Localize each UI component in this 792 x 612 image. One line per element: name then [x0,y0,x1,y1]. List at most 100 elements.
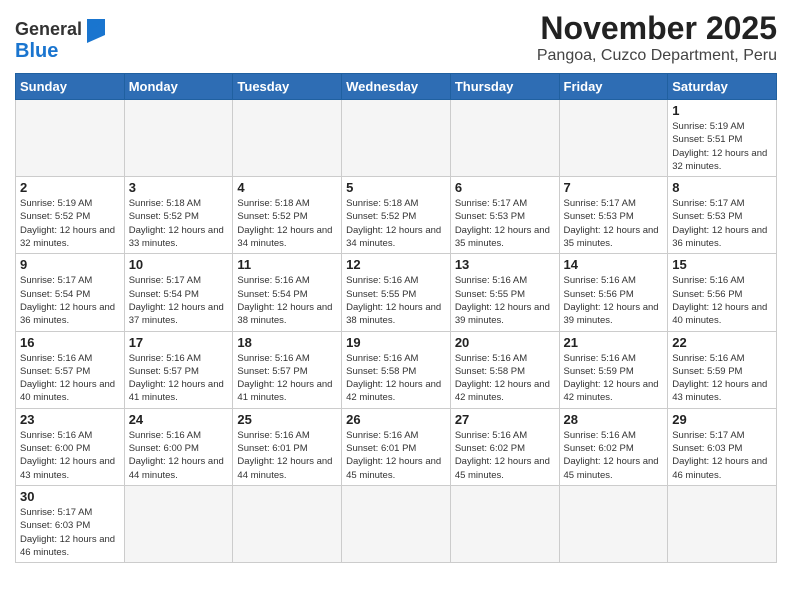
day-info: Sunrise: 5:16 AMSunset: 5:54 PMDaylight:… [237,274,337,327]
day-number: 26 [346,412,446,427]
table-row: 22 Sunrise: 5:16 AMSunset: 5:59 PMDayligh… [668,331,777,408]
header-thursday: Thursday [450,74,559,100]
day-info: Sunrise: 5:16 AMSunset: 6:01 PMDaylight:… [237,429,337,482]
header-sunday: Sunday [16,74,125,100]
day-info: Sunrise: 5:16 AMSunset: 5:58 PMDaylight:… [346,352,446,405]
day-number: 19 [346,335,446,350]
table-row [124,100,233,177]
table-row [450,100,559,177]
day-number: 16 [20,335,120,350]
table-row [450,485,559,562]
day-info: Sunrise: 5:17 AMSunset: 5:53 PMDaylight:… [672,197,772,250]
header-wednesday: Wednesday [342,74,451,100]
table-row: 1 Sunrise: 5:19 AMSunset: 5:51 PMDaylight… [668,100,777,177]
day-number: 29 [672,412,772,427]
day-info: Sunrise: 5:16 AMSunset: 5:56 PMDaylight:… [672,274,772,327]
table-row: 15 Sunrise: 5:16 AMSunset: 5:56 PMDayligh… [668,254,777,331]
day-number: 24 [129,412,229,427]
table-row [342,100,451,177]
day-info: Sunrise: 5:16 AMSunset: 5:56 PMDaylight:… [564,274,664,327]
day-info: Sunrise: 5:16 AMSunset: 5:57 PMDaylight:… [20,352,120,405]
table-row [668,485,777,562]
calendar-week-row: 1 Sunrise: 5:19 AMSunset: 5:51 PMDaylight… [16,100,777,177]
day-info: Sunrise: 5:16 AMSunset: 6:02 PMDaylight:… [564,429,664,482]
header-saturday: Saturday [668,74,777,100]
logo: General Blue [15,15,107,61]
day-number: 30 [20,489,120,504]
day-number: 25 [237,412,337,427]
day-info: Sunrise: 5:17 AMSunset: 6:03 PMDaylight:… [672,429,772,482]
day-info: Sunrise: 5:16 AMSunset: 6:02 PMDaylight:… [455,429,555,482]
day-number: 9 [20,257,120,272]
day-info: Sunrise: 5:16 AMSunset: 6:00 PMDaylight:… [20,429,120,482]
table-row [233,485,342,562]
table-row: 14Sunrise: 5:16 AMSunset: 5:56 PMDayligh… [559,254,668,331]
day-info: Sunrise: 5:16 AMSunset: 5:57 PMDaylight:… [129,352,229,405]
day-info: Sunrise: 5:16 AMSunset: 6:01 PMDaylight:… [346,429,446,482]
table-row [124,485,233,562]
day-info: Sunrise: 5:16 AMSunset: 6:00 PMDaylight:… [129,429,229,482]
table-row: 12 Sunrise: 5:16 AMSunset: 5:55 PMDayligh… [342,254,451,331]
calendar-week-row: 23 Sunrise: 5:16 AMSunset: 6:00 PMDayligh… [16,408,777,485]
day-number: 17 [129,335,229,350]
table-row [233,100,342,177]
table-row: 4Sunrise: 5:18 AMSunset: 5:52 PMDaylight… [233,177,342,254]
day-number: 23 [20,412,120,427]
table-row: 18Sunrise: 5:16 AMSunset: 5:57 PMDayligh… [233,331,342,408]
day-info: Sunrise: 5:16 AMSunset: 5:59 PMDaylight:… [672,352,772,405]
calendar-week-row: 2Sunrise: 5:19 AMSunset: 5:52 PMDaylight… [16,177,777,254]
table-row: 9 Sunrise: 5:17 AMSunset: 5:54 PMDaylight… [16,254,125,331]
table-row: 19 Sunrise: 5:16 AMSunset: 5:58 PMDayligh… [342,331,451,408]
table-row: 7Sunrise: 5:17 AMSunset: 5:53 PMDaylight… [559,177,668,254]
table-row [342,485,451,562]
header-monday: Monday [124,74,233,100]
day-number: 5 [346,180,446,195]
day-number: 15 [672,257,772,272]
table-row [559,100,668,177]
table-row [559,485,668,562]
table-row: 11 Sunrise: 5:16 AMSunset: 5:54 PMDayligh… [233,254,342,331]
table-row: 2Sunrise: 5:19 AMSunset: 5:52 PMDaylight… [16,177,125,254]
table-row: 23 Sunrise: 5:16 AMSunset: 6:00 PMDayligh… [16,408,125,485]
day-number: 6 [455,180,555,195]
table-row: 17 Sunrise: 5:16 AMSunset: 5:57 PMDayligh… [124,331,233,408]
table-row: 28Sunrise: 5:16 AMSunset: 6:02 PMDayligh… [559,408,668,485]
day-number: 13 [455,257,555,272]
day-number: 7 [564,180,664,195]
day-number: 10 [129,257,229,272]
day-info: Sunrise: 5:17 AMSunset: 5:53 PMDaylight:… [455,197,555,250]
table-row: 5 Sunrise: 5:18 AMSunset: 5:52 PMDaylight… [342,177,451,254]
table-row: 20 Sunrise: 5:16 AMSunset: 5:58 PMDayligh… [450,331,559,408]
location-title: Pangoa, Cuzco Department, Peru [537,47,777,65]
table-row: 27 Sunrise: 5:16 AMSunset: 6:02 PMDayligh… [450,408,559,485]
table-row: 16 Sunrise: 5:16 AMSunset: 5:57 PMDayligh… [16,331,125,408]
day-info: Sunrise: 5:17 AMSunset: 5:54 PMDaylight:… [20,274,120,327]
table-row: 29 Sunrise: 5:17 AMSunset: 6:03 PMDayligh… [668,408,777,485]
day-number: 11 [237,257,337,272]
day-number: 2 [20,180,120,195]
day-number: 12 [346,257,446,272]
header-friday: Friday [559,74,668,100]
logo-icon [85,15,107,43]
day-number: 1 [672,103,772,118]
day-info: Sunrise: 5:18 AMSunset: 5:52 PMDaylight:… [346,197,446,250]
table-row [16,100,125,177]
day-info: Sunrise: 5:16 AMSunset: 5:55 PMDaylight:… [346,274,446,327]
logo-general-text: General [15,20,82,38]
day-info: Sunrise: 5:19 AMSunset: 5:51 PMDaylight:… [672,120,772,173]
table-row: 25 Sunrise: 5:16 AMSunset: 6:01 PMDayligh… [233,408,342,485]
day-number: 20 [455,335,555,350]
day-number: 8 [672,180,772,195]
table-row: 10Sunrise: 5:17 AMSunset: 5:54 PMDayligh… [124,254,233,331]
day-number: 22 [672,335,772,350]
calendar-week-row: 9 Sunrise: 5:17 AMSunset: 5:54 PMDaylight… [16,254,777,331]
header-tuesday: Tuesday [233,74,342,100]
calendar-week-row: 16 Sunrise: 5:16 AMSunset: 5:57 PMDayligh… [16,331,777,408]
month-title: November 2025 [537,10,777,47]
table-row: 6 Sunrise: 5:17 AMSunset: 5:53 PMDaylight… [450,177,559,254]
title-area: November 2025 Pangoa, Cuzco Department, … [537,10,777,65]
table-row: 24 Sunrise: 5:16 AMSunset: 6:00 PMDayligh… [124,408,233,485]
day-number: 27 [455,412,555,427]
table-row: 21Sunrise: 5:16 AMSunset: 5:59 PMDayligh… [559,331,668,408]
day-info: Sunrise: 5:16 AMSunset: 5:58 PMDaylight:… [455,352,555,405]
